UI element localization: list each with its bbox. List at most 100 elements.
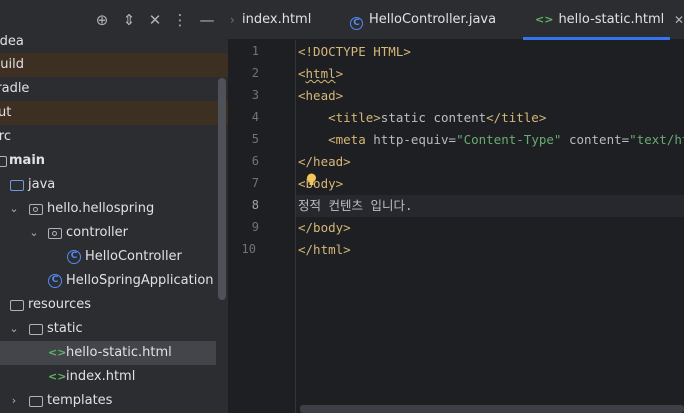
more-options-icon[interactable]: ⋮ bbox=[171, 10, 189, 30]
code-token: <body> bbox=[298, 176, 344, 191]
code-token: </head> bbox=[298, 154, 351, 169]
code-line[interactable]: <!DOCTYPE HTML> bbox=[298, 41, 411, 63]
code-line[interactable]: 정적 컨텐츠 입니다. bbox=[298, 195, 413, 217]
tree-item-main[interactable]: main bbox=[0, 149, 216, 173]
code-token: = bbox=[448, 132, 457, 147]
tree-item-label: HelloSpringApplication bbox=[66, 273, 214, 288]
tree-item-static[interactable]: ⌄ static bbox=[0, 317, 216, 341]
folder-icon bbox=[29, 324, 43, 335]
tree-item-java[interactable]: java bbox=[0, 173, 216, 197]
tree-item-index-html[interactable]: <> index.html bbox=[0, 365, 216, 389]
tab-hello-static-html[interactable]: <> hello-static.html ✕ bbox=[523, 0, 684, 40]
tree-item-templates[interactable]: › templates bbox=[0, 389, 216, 413]
class-icon: C bbox=[67, 250, 81, 264]
tree-item-label: resources bbox=[28, 297, 92, 312]
tree-item-hello-hellospring[interactable]: ⌄ hello.hellospring bbox=[0, 197, 216, 221]
tree-item-label: templates bbox=[47, 393, 113, 408]
code-token: content bbox=[568, 132, 622, 147]
chevron-down-icon[interactable]: ⌄ bbox=[8, 197, 20, 221]
line-number: 2 bbox=[251, 66, 259, 80]
package-icon bbox=[29, 204, 43, 215]
code-token: "Content-Type" bbox=[456, 132, 562, 147]
tree-item-label: index.html bbox=[66, 369, 136, 384]
tree-item-label: controller bbox=[66, 225, 129, 240]
tree-item-gradle[interactable]: gradle bbox=[0, 77, 216, 101]
code-line[interactable]: <html> bbox=[298, 63, 343, 85]
tab-hellocontroller-java[interactable]: C HelloController.java bbox=[350, 0, 496, 40]
tree-item-label: idea bbox=[0, 34, 24, 49]
code-token: <!DOCTYPE HTML> bbox=[298, 44, 411, 59]
chevron-down-icon[interactable]: ⌄ bbox=[28, 221, 40, 245]
line-number: 7 bbox=[251, 176, 259, 190]
editor-tab-bar: › index.html C HelloController.java <> hel… bbox=[228, 0, 684, 40]
line-number: 4 bbox=[251, 110, 259, 124]
tree-item-src[interactable]: src bbox=[0, 125, 216, 149]
tree-item-label: hello.hellospring bbox=[47, 201, 155, 216]
chevron-down-icon[interactable]: ⌄ bbox=[8, 317, 20, 341]
tree-item-idea[interactable]: idea bbox=[0, 30, 216, 52]
code-token: html bbox=[305, 66, 336, 81]
code-token: > bbox=[335, 66, 344, 81]
tree-item-label: hello-static.html bbox=[66, 345, 172, 360]
folder-icon bbox=[29, 396, 43, 407]
tab-label: index.html bbox=[242, 12, 312, 27]
code-token: <meta bbox=[328, 132, 374, 147]
code-editor[interactable]: <!DOCTYPE HTML> <html> <head> <title>stati… bbox=[296, 40, 684, 413]
target-icon[interactable]: ⊕ bbox=[93, 10, 111, 30]
html-file-icon: <> bbox=[48, 346, 67, 359]
tree-item-resources[interactable]: resources bbox=[0, 293, 216, 317]
class-icon: C bbox=[48, 274, 62, 288]
tree-item-label: out bbox=[0, 105, 12, 120]
collapse-all-icon[interactable]: ✕ bbox=[146, 10, 164, 30]
code-token: <head> bbox=[298, 88, 344, 103]
code-line[interactable]: <meta http-equiv="Content-Type" content=… bbox=[298, 129, 684, 151]
tree-item-hello-static-html[interactable]: <> hello-static.html bbox=[0, 341, 216, 365]
close-icon[interactable]: ✕ bbox=[674, 0, 684, 40]
expand-collapse-icon[interactable]: ⇕ bbox=[120, 10, 138, 30]
tree-item-controller[interactable]: ⌄ controller bbox=[0, 221, 216, 245]
code-token: 정적 컨텐츠 입니다. bbox=[298, 198, 413, 213]
code-line[interactable]: <body> bbox=[298, 173, 343, 195]
tree-item-out[interactable]: out bbox=[0, 101, 228, 125]
code-token: </body> bbox=[298, 220, 351, 235]
tree-scrollbar[interactable] bbox=[218, 78, 226, 300]
code-token: http-equiv bbox=[373, 132, 449, 147]
chevron-right-icon[interactable]: › bbox=[8, 389, 20, 413]
class-icon: C bbox=[350, 17, 363, 30]
resources-folder-icon bbox=[10, 300, 24, 311]
code-token: </title> bbox=[486, 110, 547, 125]
tree-item-label: main bbox=[9, 153, 46, 168]
tree-item-label: static bbox=[47, 321, 83, 336]
code-line[interactable]: <head> bbox=[298, 85, 343, 107]
tab-index-html[interactable]: index.html bbox=[242, 0, 311, 40]
line-number-gutter: 1 2 3 4 5 6 7 8 9 10 bbox=[228, 40, 296, 413]
line-number: 5 bbox=[251, 132, 259, 146]
tree-item-label: gradle bbox=[0, 81, 30, 96]
code-token: "text/html; charset=UTF-8" bbox=[629, 132, 684, 147]
html-file-icon: <> bbox=[535, 13, 554, 26]
hide-icon[interactable]: — bbox=[198, 10, 216, 30]
code-line[interactable]: </head> bbox=[298, 151, 351, 173]
tree-item-hellocontroller[interactable]: C HelloController bbox=[0, 245, 216, 269]
lightbulb-icon[interactable] bbox=[306, 173, 317, 186]
tab-overflow-icon[interactable]: › bbox=[230, 0, 235, 40]
code-line[interactable]: </html> bbox=[298, 239, 351, 261]
project-tree-panel: ⊕ ⇕ ✕ ⋮ — idea build gradle out src main… bbox=[0, 0, 228, 413]
code-line[interactable]: </body> bbox=[298, 217, 351, 239]
code-token: < bbox=[298, 66, 306, 81]
line-number: 3 bbox=[251, 88, 259, 102]
tree-item-build[interactable]: build bbox=[0, 53, 228, 77]
code-token: <title> bbox=[328, 110, 381, 125]
folder-icon bbox=[0, 156, 7, 167]
code-line[interactable]: <title>static content</title> bbox=[298, 107, 546, 129]
package-icon bbox=[48, 228, 62, 239]
editor-horizontal-scrollbar[interactable] bbox=[300, 405, 684, 413]
line-number: 9 bbox=[251, 220, 259, 234]
tree-item-label: HelloController bbox=[85, 249, 182, 264]
line-number: 8 bbox=[251, 198, 259, 212]
tree-item-hellospringapplication[interactable]: C HelloSpringApplication bbox=[0, 269, 216, 293]
code-token: </html> bbox=[298, 242, 351, 257]
